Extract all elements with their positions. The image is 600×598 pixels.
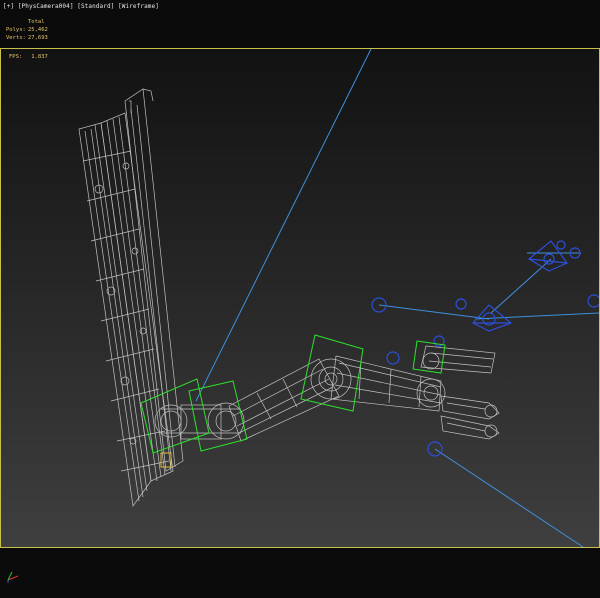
scene-helpers (371, 240, 599, 457)
light-line-1 (378, 304, 490, 320)
light-icon-3[interactable] (455, 298, 467, 310)
fps-value: 1.837 (31, 54, 48, 60)
viewport-top-bar: [+] [PhysCamera004] [Standard] [Wirefram… (0, 0, 600, 48)
light-line-4 (434, 448, 584, 547)
selection-box-joint (188, 380, 248, 452)
verts-label: Verts: (6, 35, 26, 41)
column-ribs (82, 150, 170, 472)
light-icon-5[interactable] (386, 351, 400, 365)
axis-tripod-icon (7, 571, 19, 583)
lower-arm (228, 358, 340, 442)
helper-lines (195, 49, 599, 547)
polys-label: Polys: (6, 27, 26, 33)
base-joint (154, 402, 245, 440)
gripper (440, 395, 500, 440)
camera-icon-2[interactable] (527, 240, 581, 272)
upper-arm (330, 355, 442, 412)
elbow-joint (310, 358, 352, 400)
stats-header: Total (28, 19, 45, 25)
robot-wireframe[interactable] (78, 88, 500, 507)
camera-line-1 (195, 49, 372, 402)
polys-value: 25,462 (28, 27, 48, 33)
light-icon-4[interactable] (587, 294, 599, 308)
column-back-face (124, 88, 184, 472)
camera-viewport[interactable]: FPS: 1.837 (0, 48, 600, 548)
viewport-label-menu[interactable]: [+] [PhysCamera004] [Standard] [Wirefram… (3, 3, 159, 10)
verts-value: 27,693 (28, 35, 48, 41)
viewport-bottom-bar (0, 548, 600, 598)
scene-canvas[interactable] (1, 49, 599, 547)
fps-label: FPS: (9, 54, 23, 60)
selection-brackets (140, 334, 446, 454)
fps-counter: FPS: 1.837 (9, 54, 48, 60)
